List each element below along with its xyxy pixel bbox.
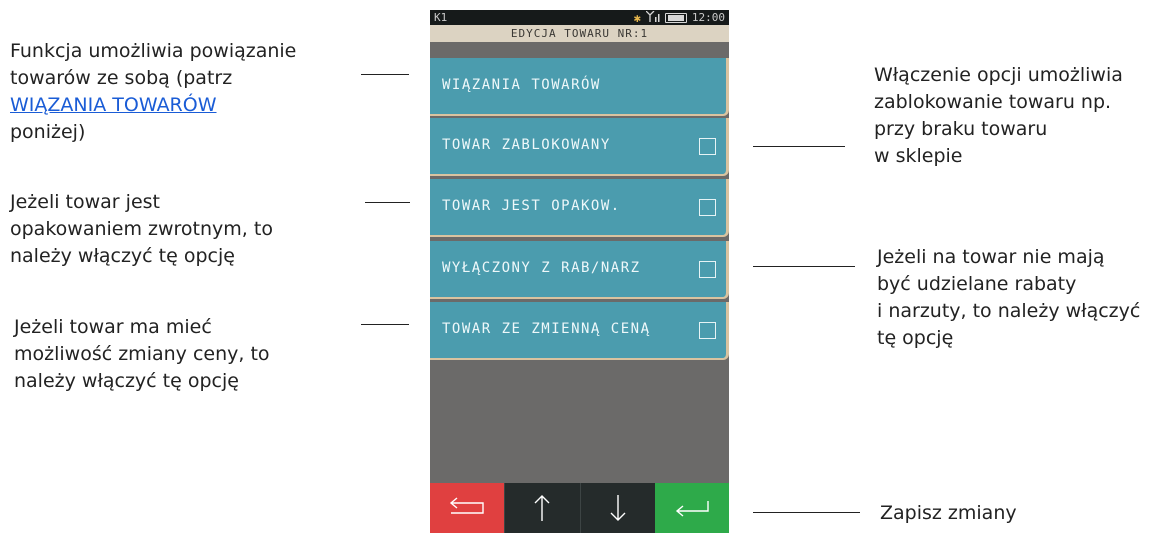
device-screen: K1 ✱ 12:00 EDYCJA TOWARU NR:1 WIĄZANIA T… bbox=[430, 10, 729, 533]
menu-item-label: TOWAR ZABLOKOWANY bbox=[442, 137, 611, 153]
screen-title: EDYCJA TOWARU NR:1 bbox=[430, 25, 729, 42]
status-bar: K1 ✱ 12:00 bbox=[430, 10, 729, 25]
callout-line-linking bbox=[361, 74, 409, 75]
note-variable-price: Jeżeli towar ma mieć możliwość zmiany ce… bbox=[14, 316, 270, 392]
checkbox-zmienna-cena[interactable] bbox=[699, 322, 716, 339]
menu-item-opakowanie[interactable]: TOWAR JEST OPAKOW. bbox=[430, 179, 729, 237]
callout-line-variable-price bbox=[361, 324, 409, 325]
bluetooth-icon: ✱ bbox=[633, 10, 641, 25]
enter-button[interactable] bbox=[654, 483, 729, 533]
note-packaging: Jeżeli towar jest opakowaniem zwrotnym, … bbox=[10, 191, 273, 267]
nav-bar bbox=[430, 483, 729, 533]
note-save: Zapisz zmiany bbox=[880, 502, 1017, 524]
link-wiazania-towarow[interactable]: WIĄZANIA TOWARÓW bbox=[10, 94, 217, 116]
battery-icon bbox=[664, 12, 687, 23]
note-linking: Funkcja umożliwia powiązanie towarów ze … bbox=[10, 40, 297, 143]
clock: 12:00 bbox=[691, 11, 725, 24]
up-button[interactable] bbox=[504, 483, 580, 533]
menu-item-label: TOWAR ZE ZMIENNĄ CENĄ bbox=[442, 321, 651, 337]
up-arrow-icon bbox=[534, 495, 550, 521]
down-button[interactable] bbox=[579, 483, 655, 533]
back-arrow-icon bbox=[450, 497, 484, 514]
callout-line-blocked bbox=[753, 146, 845, 147]
checkbox-rabaty[interactable] bbox=[699, 261, 716, 278]
menu-item-label: WYŁĄCZONY Z RAB/NARZ bbox=[442, 260, 641, 276]
callout-line-discounts bbox=[753, 266, 855, 267]
note-blocked: Włączenie opcji umożliwia zablokowanie t… bbox=[874, 64, 1123, 167]
enter-arrow-icon bbox=[675, 501, 709, 517]
note-discounts: Jeżeli na towar nie mają być udzielane r… bbox=[877, 246, 1141, 349]
back-button[interactable] bbox=[430, 483, 505, 533]
callout-line-save bbox=[753, 512, 860, 513]
callout-line-packaging bbox=[365, 202, 410, 203]
signal-icon bbox=[645, 10, 660, 25]
menu-item-label: TOWAR JEST OPAKOW. bbox=[442, 198, 621, 214]
down-arrow-icon bbox=[610, 495, 626, 521]
menu-item-label: WIĄZANIA TOWARÓW bbox=[442, 77, 601, 93]
menu-item-zablokowany[interactable]: TOWAR ZABLOKOWANY bbox=[430, 118, 729, 176]
menu-item-wiazania[interactable]: WIĄZANIA TOWARÓW bbox=[430, 58, 729, 116]
status-left-label: K1 bbox=[434, 11, 448, 24]
checkbox-zablokowany[interactable] bbox=[699, 138, 716, 155]
menu-item-rabaty[interactable]: WYŁĄCZONY Z RAB/NARZ bbox=[430, 241, 729, 299]
checkbox-opakowanie[interactable] bbox=[699, 199, 716, 216]
menu-item-zmienna-cena[interactable]: TOWAR ZE ZMIENNĄ CENĄ bbox=[430, 302, 729, 360]
